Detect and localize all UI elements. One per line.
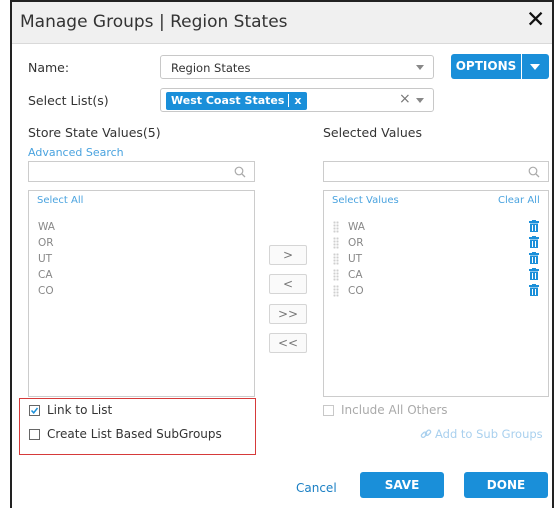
name-dropdown-value: Region States xyxy=(171,61,251,75)
list-item[interactable]: OR xyxy=(38,237,54,249)
close-icon[interactable]: ✕ xyxy=(526,6,545,34)
cancel-link[interactable]: Cancel xyxy=(296,481,337,495)
drag-handle-icon[interactable] xyxy=(333,285,339,297)
chevron-down-icon xyxy=(416,65,424,70)
selected-list-tag-label: West Coast States xyxy=(171,94,285,107)
trash-icon[interactable] xyxy=(529,268,539,280)
drag-handle-icon[interactable] xyxy=(333,237,339,249)
selected-list-tag: West Coast States x xyxy=(166,92,307,110)
options-button-label: OPTIONS xyxy=(455,59,517,73)
options-button[interactable]: OPTIONS xyxy=(451,54,549,79)
name-dropdown[interactable]: Region States xyxy=(160,55,434,79)
done-button[interactable]: DONE xyxy=(464,472,548,498)
add-to-sub-groups-link[interactable]: Add to Sub Groups xyxy=(435,427,543,441)
store-values-title: Store State Values(5) xyxy=(28,125,161,140)
move-all-right-button[interactable]: >> xyxy=(269,304,307,324)
search-icon xyxy=(528,166,540,178)
name-label: Name: xyxy=(28,60,70,75)
save-button[interactable]: SAVE xyxy=(360,472,444,498)
drag-handle-icon[interactable] xyxy=(333,253,339,265)
dialog-border-right xyxy=(552,0,554,508)
create-subgroups-checkbox[interactable] xyxy=(29,429,40,440)
left-values-list[interactable]: Select All WA OR UT CA CO xyxy=(28,190,255,397)
include-all-others-checkbox[interactable] xyxy=(323,405,334,416)
list-item[interactable]: CO xyxy=(38,285,54,297)
advanced-search-link[interactable]: Advanced Search xyxy=(28,146,124,159)
list-item[interactable]: CA xyxy=(348,269,363,281)
trash-icon[interactable] xyxy=(529,220,539,232)
right-search-input[interactable] xyxy=(323,161,549,182)
list-item[interactable]: OR xyxy=(348,237,364,249)
list-item[interactable]: UT xyxy=(348,253,362,265)
list-item[interactable]: WA xyxy=(38,221,55,233)
options-chevron-icon[interactable] xyxy=(530,64,540,70)
list-item[interactable]: UT xyxy=(38,253,52,265)
list-item[interactable]: WA xyxy=(348,221,365,233)
trash-icon[interactable] xyxy=(529,236,539,248)
selected-values-list[interactable]: Select Values Clear All WA OR UT CA CO xyxy=(323,190,549,397)
tag-remove-icon[interactable]: x xyxy=(288,94,307,107)
dialog-title: Manage Groups | Region States xyxy=(20,12,288,32)
search-icon xyxy=(234,166,246,178)
select-lists-field[interactable]: West Coast States x × xyxy=(160,88,434,112)
link-icon xyxy=(420,429,432,439)
clear-all-link[interactable]: Clear All xyxy=(498,195,540,206)
drag-handle-icon[interactable] xyxy=(333,269,339,281)
left-search-input[interactable] xyxy=(28,161,255,182)
move-right-button[interactable]: > xyxy=(269,245,307,265)
trash-icon[interactable] xyxy=(529,284,539,296)
list-item[interactable]: CO xyxy=(348,285,364,297)
selected-values-title: Selected Values xyxy=(323,125,422,140)
clear-selection-icon[interactable]: × xyxy=(399,91,411,107)
select-all-link[interactable]: Select All xyxy=(37,195,83,206)
list-item[interactable]: CA xyxy=(38,269,53,281)
create-subgroups-label[interactable]: Create List Based SubGroups xyxy=(47,427,222,441)
move-all-left-button[interactable]: << xyxy=(269,333,307,353)
options-divider xyxy=(521,54,522,79)
chevron-down-icon[interactable] xyxy=(416,98,424,103)
select-lists-label: Select List(s) xyxy=(28,93,109,108)
select-values-link[interactable]: Select Values xyxy=(332,195,399,206)
checkmark-icon xyxy=(30,407,39,414)
include-all-others-label[interactable]: Include All Others xyxy=(341,403,448,417)
link-to-list-label[interactable]: Link to List xyxy=(47,403,112,417)
link-to-list-checkbox[interactable] xyxy=(29,405,40,416)
dialog-border-left xyxy=(10,0,12,508)
move-left-button[interactable]: < xyxy=(269,274,307,294)
trash-icon[interactable] xyxy=(529,252,539,264)
drag-handle-icon[interactable] xyxy=(333,221,339,233)
